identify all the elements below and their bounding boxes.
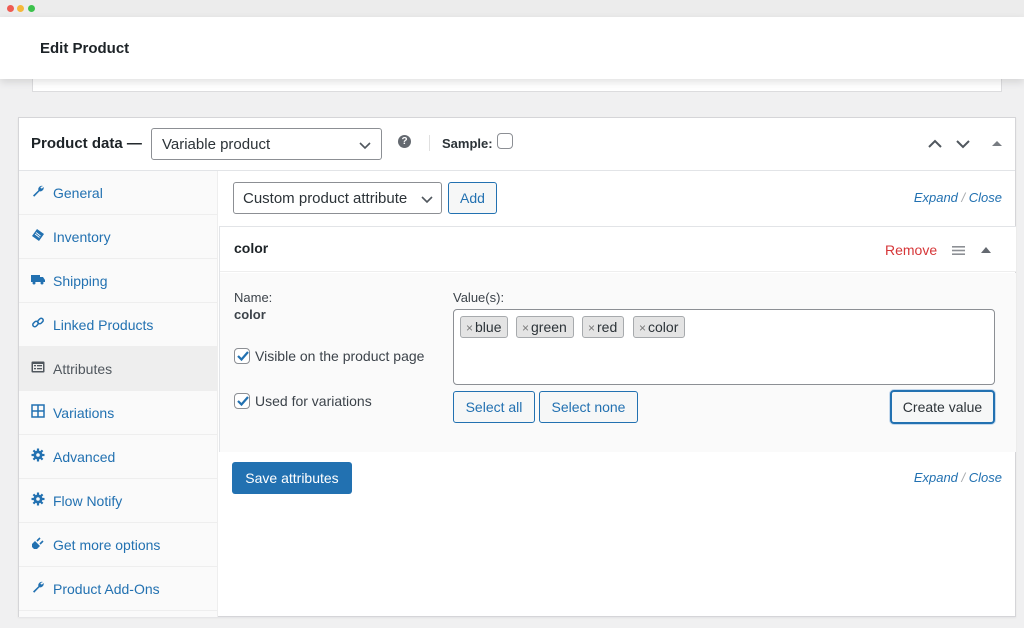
sidebar-item-attributes[interactable]: Attributes (19, 347, 218, 391)
chevron-down-icon (359, 142, 371, 150)
values-label: Value(s): (453, 290, 505, 305)
visible-checkbox[interactable] (234, 348, 250, 364)
sample-label: Sample: (442, 136, 493, 151)
attributes-panel: Custom product attribute Add Expand / Cl… (219, 171, 1016, 617)
product-data-header: Product data — Variable product ? Sample… (19, 118, 1015, 171)
link-icon (32, 317, 44, 328)
sidebar-item-inventory[interactable]: Inventory (19, 215, 218, 259)
variations-label: Used for variations (255, 393, 372, 409)
close-window-button[interactable] (7, 5, 14, 12)
grid-icon (31, 404, 45, 418)
sidebar-item-advanced[interactable]: Advanced (19, 435, 218, 479)
value-chip: × green (516, 316, 574, 338)
list-view-icon (31, 361, 45, 373)
sidebar-item-product-add-ons[interactable]: Product Add-Ons (19, 567, 218, 611)
select-none-button[interactable]: Select none (539, 391, 638, 423)
create-value-button[interactable]: Create value (890, 390, 995, 424)
gear-icon (31, 492, 45, 506)
sidebar-item-variations[interactable]: Variations (19, 391, 218, 435)
used-for-variations-option[interactable]: Used for variations (234, 393, 372, 409)
sidebar-item-get-more-options[interactable]: Get more options (19, 523, 218, 567)
sidebar-item-general[interactable]: General (19, 171, 218, 215)
expand-link[interactable]: Expand (914, 190, 958, 205)
attribute-body: Name: color Visible on the product page … (220, 273, 1016, 452)
remove-attribute-link[interactable]: Remove (885, 242, 937, 258)
remove-chip-icon[interactable]: × (466, 321, 473, 335)
tag-icon (32, 229, 44, 241)
divider (429, 135, 430, 151)
product-data-tabs: General Inventory Shipping Linked Produc… (19, 171, 218, 617)
page-header: Edit Product (0, 17, 1024, 79)
sidebar-item-shipping[interactable]: Shipping (19, 259, 218, 303)
window-titlebar (0, 0, 1024, 17)
visible-on-product-page-option[interactable]: Visible on the product page (234, 348, 424, 364)
collapse-icon[interactable] (980, 245, 992, 255)
minimize-window-button[interactable] (17, 5, 24, 12)
move-up-icon[interactable] (927, 136, 943, 152)
close-link[interactable]: Close (969, 470, 1002, 485)
expand-close-links: Expand / Close (913, 470, 1002, 485)
visible-label: Visible on the product page (255, 348, 425, 364)
wrench-icon (33, 185, 44, 197)
remove-chip-icon[interactable]: × (588, 321, 595, 335)
truck-icon (31, 275, 45, 285)
checkmark-icon (237, 396, 249, 407)
sidebar-item-flow-notify[interactable]: Flow Notify (19, 479, 218, 523)
chevron-down-icon (421, 196, 433, 204)
sample-checkbox[interactable] (497, 133, 513, 149)
sidebar-item-linked-products[interactable]: Linked Products (19, 303, 218, 347)
save-attributes-button[interactable]: Save attributes (232, 462, 352, 494)
name-value: color (234, 307, 266, 322)
expand-close-links: Expand / Close (913, 190, 1002, 205)
value-chip: × color (633, 316, 686, 338)
add-attribute-button[interactable]: Add (448, 182, 497, 214)
select-all-button[interactable]: Select all (453, 391, 535, 423)
maximize-window-button[interactable] (28, 5, 35, 12)
attribute-header[interactable]: color Remove (220, 227, 1016, 272)
plugin-icon (32, 537, 44, 549)
close-link[interactable]: Close (969, 190, 1002, 205)
variations-checkbox[interactable] (234, 393, 250, 409)
attribute-type-value: Custom product attribute (243, 190, 408, 207)
product-data-label: Product data — (31, 135, 142, 152)
product-data-panel: Product data — Variable product ? Sample… (18, 117, 1016, 617)
attribute-type-select[interactable]: Custom product attribute (233, 182, 442, 214)
value-chip: × blue (460, 316, 509, 338)
gear-icon (31, 448, 45, 462)
remove-chip-icon[interactable]: × (522, 321, 529, 335)
expand-link[interactable]: Expand (914, 470, 958, 485)
help-icon[interactable]: ? (398, 135, 411, 148)
product-type-select[interactable]: Variable product (151, 128, 382, 160)
remove-chip-icon[interactable]: × (639, 321, 646, 335)
drag-handle-icon[interactable] (952, 245, 965, 256)
page-title: Edit Product (40, 40, 130, 57)
toggle-panel-icon[interactable] (989, 136, 1005, 152)
name-label: Name: (234, 290, 273, 305)
attribute-item: color Remove Name: color Visible on the … (219, 226, 1016, 452)
product-type-value: Variable product (162, 136, 271, 153)
values-multiselect[interactable]: × blue × green × red × color (453, 309, 995, 385)
value-chip: × red (582, 316, 625, 338)
checkmark-icon (237, 351, 249, 362)
attribute-title: color (234, 240, 269, 256)
move-down-icon[interactable] (955, 136, 971, 152)
wrench-icon (33, 581, 44, 593)
